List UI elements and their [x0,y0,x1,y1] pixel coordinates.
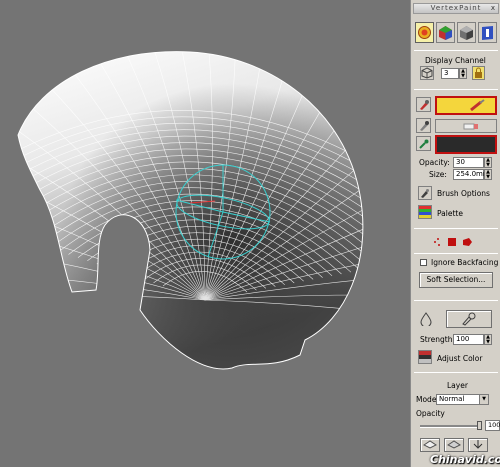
panel-titlebar[interactable]: VertexPaint x [413,3,499,14]
cube-icon [421,67,433,79]
layer-opacity-value: 100 [488,421,500,429]
brush-options-button[interactable] [418,186,432,200]
paint-mode-tab[interactable] [415,22,434,43]
mesh-viewport-canvas[interactable] [0,0,410,467]
layer-opacity-label: Opacity [416,409,445,418]
divider [414,300,498,301]
paint-color-swatch[interactable] [435,96,497,115]
display-channel-spinner[interactable]: 3 ▲ ▼ [441,68,467,79]
spinner-arrows-icon[interactable]: ▲ ▼ [459,68,467,79]
strength-label: Strength: [420,335,455,344]
arrow-down-icon [473,440,483,449]
brush-options-icon [421,189,429,198]
shaded-mode-tab[interactable] [457,22,476,43]
display-channel-label: Display Channel [425,56,486,65]
divider [414,253,498,254]
ignore-backfacing-label: Ignore Backfacing [431,258,499,267]
paint-brush-icon [420,100,429,110]
watermark-logo: Chinavid.com [430,453,500,466]
blur-brush-button[interactable] [419,312,433,328]
erase-swatch[interactable] [435,119,497,133]
spinner-arrows-icon[interactable]: ▲ ▼ [484,157,492,168]
panel-title: VertexPaint [430,4,482,12]
layer-mode-select[interactable]: Normal ▼ [436,394,489,405]
spinner-arrows-icon[interactable]: ▲ ▼ [484,169,492,180]
spinner-arrows-icon[interactable]: ▲ ▼ [484,334,492,345]
new-layer-icon [423,440,437,449]
picked-color-swatch[interactable] [435,135,497,154]
lock-channel-button[interactable] [472,66,485,80]
palette-label[interactable]: Palette [437,209,463,218]
condense-layer-button[interactable] [468,438,488,452]
display-channel-toggle[interactable] [420,66,434,80]
info-mode-icon [482,26,493,40]
color-mode-icon [439,26,452,40]
viewport[interactable] [0,0,410,467]
vertex-select-icon[interactable] [434,238,440,246]
adjust-color-button[interactable] [418,350,432,364]
opacity-value: 30 [456,158,465,166]
eraser-brush-icon [420,121,429,131]
chevron-down-icon[interactable]: ▼ [479,395,488,404]
face-select-icon[interactable] [448,238,456,246]
divider [414,89,498,90]
paint-mode-icon [418,26,431,39]
display-channel-value: 3 [444,69,449,77]
adjust-color-icon [419,351,431,363]
eyedropper-icon [419,139,429,149]
color-mode-tab[interactable] [436,22,455,43]
layer-mode-value: Normal [439,395,465,403]
strength-spinner[interactable]: 100 ▲ ▼ [453,334,492,345]
lock-icon [475,67,482,78]
layer-options-button[interactable] [444,438,464,452]
shaded-mode-icon [460,26,473,40]
palette-icon [419,206,431,218]
selection-filter-icons [431,236,481,248]
element-select-icon[interactable] [463,238,472,246]
layer-opacity-slider-thumb[interactable] [477,421,482,430]
blur-brush-options-button[interactable] [446,310,492,328]
brush-stroke-icon [470,99,485,112]
strength-value: 100 [456,335,470,343]
head-mesh[interactable] [0,10,410,370]
new-layer-button[interactable] [420,438,440,452]
ignore-backfacing-checkbox[interactable] [420,259,427,266]
size-spinner[interactable]: 254.0mm ▲ ▼ [453,169,492,180]
size-label: Size: [429,170,447,179]
opacity-label: Opacity: [419,158,450,167]
opacity-spinner[interactable]: 30 ▲ ▼ [453,157,492,168]
brush-options-label[interactable]: Brush Options [437,189,490,198]
palette-button[interactable] [418,205,432,219]
layer-opacity-spinner[interactable]: 100 [485,420,500,431]
layer-opacity-slider[interactable] [420,425,480,428]
mode-tabs [415,22,497,44]
divider [414,372,498,373]
close-icon[interactable]: x [491,4,496,13]
layer-title: Layer [447,381,468,390]
soft-selection-button[interactable]: Soft Selection... [419,272,493,288]
divider [414,50,498,51]
blur-drop-icon [420,312,432,328]
divider [414,228,498,229]
paint-brush-tool-button[interactable] [416,97,431,112]
layer-options-icon [447,440,461,449]
vertexpaint-panel: VertexPaint x Display Channel 3 ▲ ▼ Opac… [410,0,500,467]
info-mode-tab[interactable] [478,22,497,43]
adjust-color-label[interactable]: Adjust Color [437,354,482,363]
blur-brush-icon [462,312,476,326]
erase-tool-button[interactable] [416,118,431,133]
pick-color-tool-button[interactable] [416,136,431,151]
eraser-icon [463,123,478,130]
